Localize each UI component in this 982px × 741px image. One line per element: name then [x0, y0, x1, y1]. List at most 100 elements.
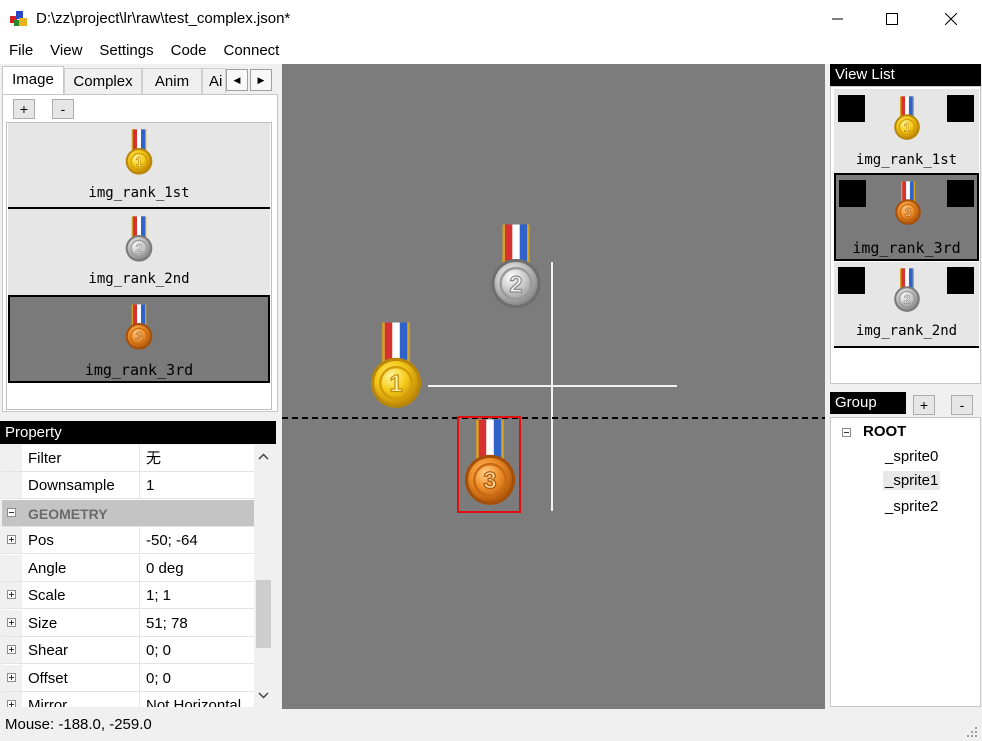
left-tab-bar: Image Complex Anim Ai ◀ ▶ [2, 66, 278, 95]
tab-image[interactable]: Image [2, 66, 64, 95]
menu-settings[interactable]: Settings [90, 38, 161, 64]
property-table: Filter 无 Downsample 1 GEOMETRY Pos -50; … [2, 445, 254, 707]
tab-anim[interactable]: Anim [142, 68, 202, 94]
silver-medal-icon: 2 [125, 216, 153, 262]
list-item-selected[interactable]: 3 img_rank_3rd [8, 295, 270, 383]
tree-root[interactable]: ROOT [863, 423, 906, 440]
property-value[interactable]: 0 deg [139, 555, 253, 581]
close-icon [945, 13, 957, 25]
expand-icon[interactable] [7, 673, 16, 682]
property-group-geometry[interactable]: GEOMETRY [2, 500, 254, 527]
menu-connect[interactable]: Connect [214, 38, 287, 64]
resize-grip-icon[interactable] [966, 726, 978, 738]
close-button[interactable] [928, 0, 974, 38]
add-group-button[interactable]: + [913, 395, 935, 415]
list-item[interactable]: 1 img_rank_1st [834, 89, 979, 173]
expand-icon[interactable] [7, 700, 16, 707]
medal-number: 2 [904, 293, 911, 307]
thumb-block [838, 95, 865, 122]
arrow-left-icon: ◀ [233, 74, 241, 85]
collapse-icon[interactable] [842, 428, 851, 437]
list-separator [834, 346, 979, 348]
list-item[interactable]: 2 img_rank_2nd [834, 262, 979, 346]
minimize-button[interactable] [815, 0, 861, 38]
scrollbar-thumb[interactable] [256, 580, 271, 648]
expand-icon[interactable] [7, 535, 16, 544]
property-name: Offset [28, 670, 68, 687]
property-scrollbar[interactable] [254, 445, 273, 707]
bronze-medal-icon: 3 [895, 181, 921, 225]
view-list-header: View List [830, 64, 981, 86]
property-row-offset[interactable]: Offset 0; 0 [2, 665, 254, 692]
property-row-filter[interactable]: Filter 无 [2, 445, 254, 472]
view-list: 1 img_rank_1st 3 img_rank_3rd 2 img_rank… [830, 86, 981, 384]
thumb-block [947, 180, 974, 207]
menu-view[interactable]: View [41, 38, 90, 64]
expand-icon[interactable] [7, 618, 16, 627]
list-item[interactable]: 1 img_rank_1st [8, 123, 270, 207]
sprite-silver-medal[interactable]: 2 [485, 222, 547, 318]
add-image-button[interactable]: + [13, 99, 35, 119]
property-name: Mirror [28, 697, 68, 707]
medal-number: 1 [389, 371, 402, 398]
image-list: 1 img_rank_1st 2 img_rank_2nd 3 img_rank… [6, 122, 272, 410]
tab-scroll-right-button[interactable]: ▶ [250, 69, 272, 91]
property-value[interactable]: 1; 1 [139, 582, 253, 608]
tree-item-sprite0[interactable]: _sprite0 [885, 448, 938, 465]
view-label: img_rank_3rd [852, 239, 961, 257]
tree-item-sprite2[interactable]: _sprite2 [885, 498, 938, 515]
tab-scroll-left-button[interactable]: ◀ [226, 69, 248, 91]
medal-number: 1 [904, 121, 911, 135]
scroll-up-icon[interactable] [258, 453, 269, 460]
menu-file[interactable]: File [0, 38, 41, 64]
property-row-pos[interactable]: Pos -50; -64 [2, 527, 254, 554]
menu-code[interactable]: Code [162, 38, 215, 64]
bronze-medal-icon: 3 [125, 304, 153, 350]
maximize-button[interactable] [869, 0, 915, 38]
property-row-shear[interactable]: Shear 0; 0 [2, 637, 254, 664]
list-item[interactable]: 2 img_rank_2nd [8, 209, 270, 295]
property-value[interactable]: 1 [139, 472, 253, 498]
medal-number: 3 [905, 206, 912, 220]
sprite-gold-medal[interactable]: 1 [364, 320, 428, 418]
minimize-icon [832, 18, 843, 20]
selection-box[interactable] [457, 416, 521, 513]
property-row-scale[interactable]: Scale 1; 1 [2, 582, 254, 609]
property-name: Angle [28, 560, 67, 577]
tree-item-sprite1[interactable]: _sprite1 [883, 471, 941, 490]
property-row-size[interactable]: Size 51; 78 [2, 610, 254, 637]
tab-complex[interactable]: Complex [64, 68, 142, 94]
remove-image-button[interactable]: - [52, 99, 74, 119]
menu-bar: File View Settings Code Connect [0, 38, 982, 64]
property-value[interactable]: 0; 0 [139, 665, 253, 691]
thumb-block [947, 267, 974, 294]
medal-number: 2 [135, 242, 142, 256]
remove-group-button[interactable]: - [951, 395, 973, 415]
property-row-downsample[interactable]: Downsample 1 [2, 472, 254, 499]
expand-icon[interactable] [7, 645, 16, 654]
property-value[interactable]: 51; 78 [139, 610, 253, 636]
image-label: img_rank_1st [88, 185, 190, 201]
list-item-selected[interactable]: 3 img_rank_3rd [834, 173, 979, 261]
property-name: Size [28, 615, 58, 632]
image-label: img_rank_3rd [84, 361, 194, 379]
editor-canvas[interactable]: 2 1 3 [282, 64, 825, 709]
property-value[interactable]: -50; -64 [139, 527, 253, 553]
property-row-mirror[interactable]: Mirror Not Horizontal [2, 692, 254, 707]
property-row-angle[interactable]: Angle 0 deg [2, 555, 254, 582]
image-label: img_rank_2nd [88, 271, 190, 287]
property-value[interactable]: Not Horizontal [139, 692, 253, 707]
thumb-block [838, 267, 865, 294]
view-label: img_rank_1st [855, 152, 958, 168]
view-label: img_rank_2nd [855, 323, 958, 339]
expand-icon[interactable] [7, 590, 16, 599]
property-name: Pos [28, 532, 54, 549]
tab-ai[interactable]: Ai [202, 68, 226, 94]
scroll-down-icon[interactable] [258, 692, 269, 699]
property-value[interactable]: 无 [139, 445, 253, 471]
property-name: Shear [28, 642, 69, 659]
property-name: Scale [28, 587, 66, 604]
collapse-icon[interactable] [7, 508, 16, 517]
property-value[interactable]: 0; 0 [139, 637, 253, 663]
group-tree: ROOT _sprite0 _sprite1 _sprite2 [830, 417, 981, 707]
